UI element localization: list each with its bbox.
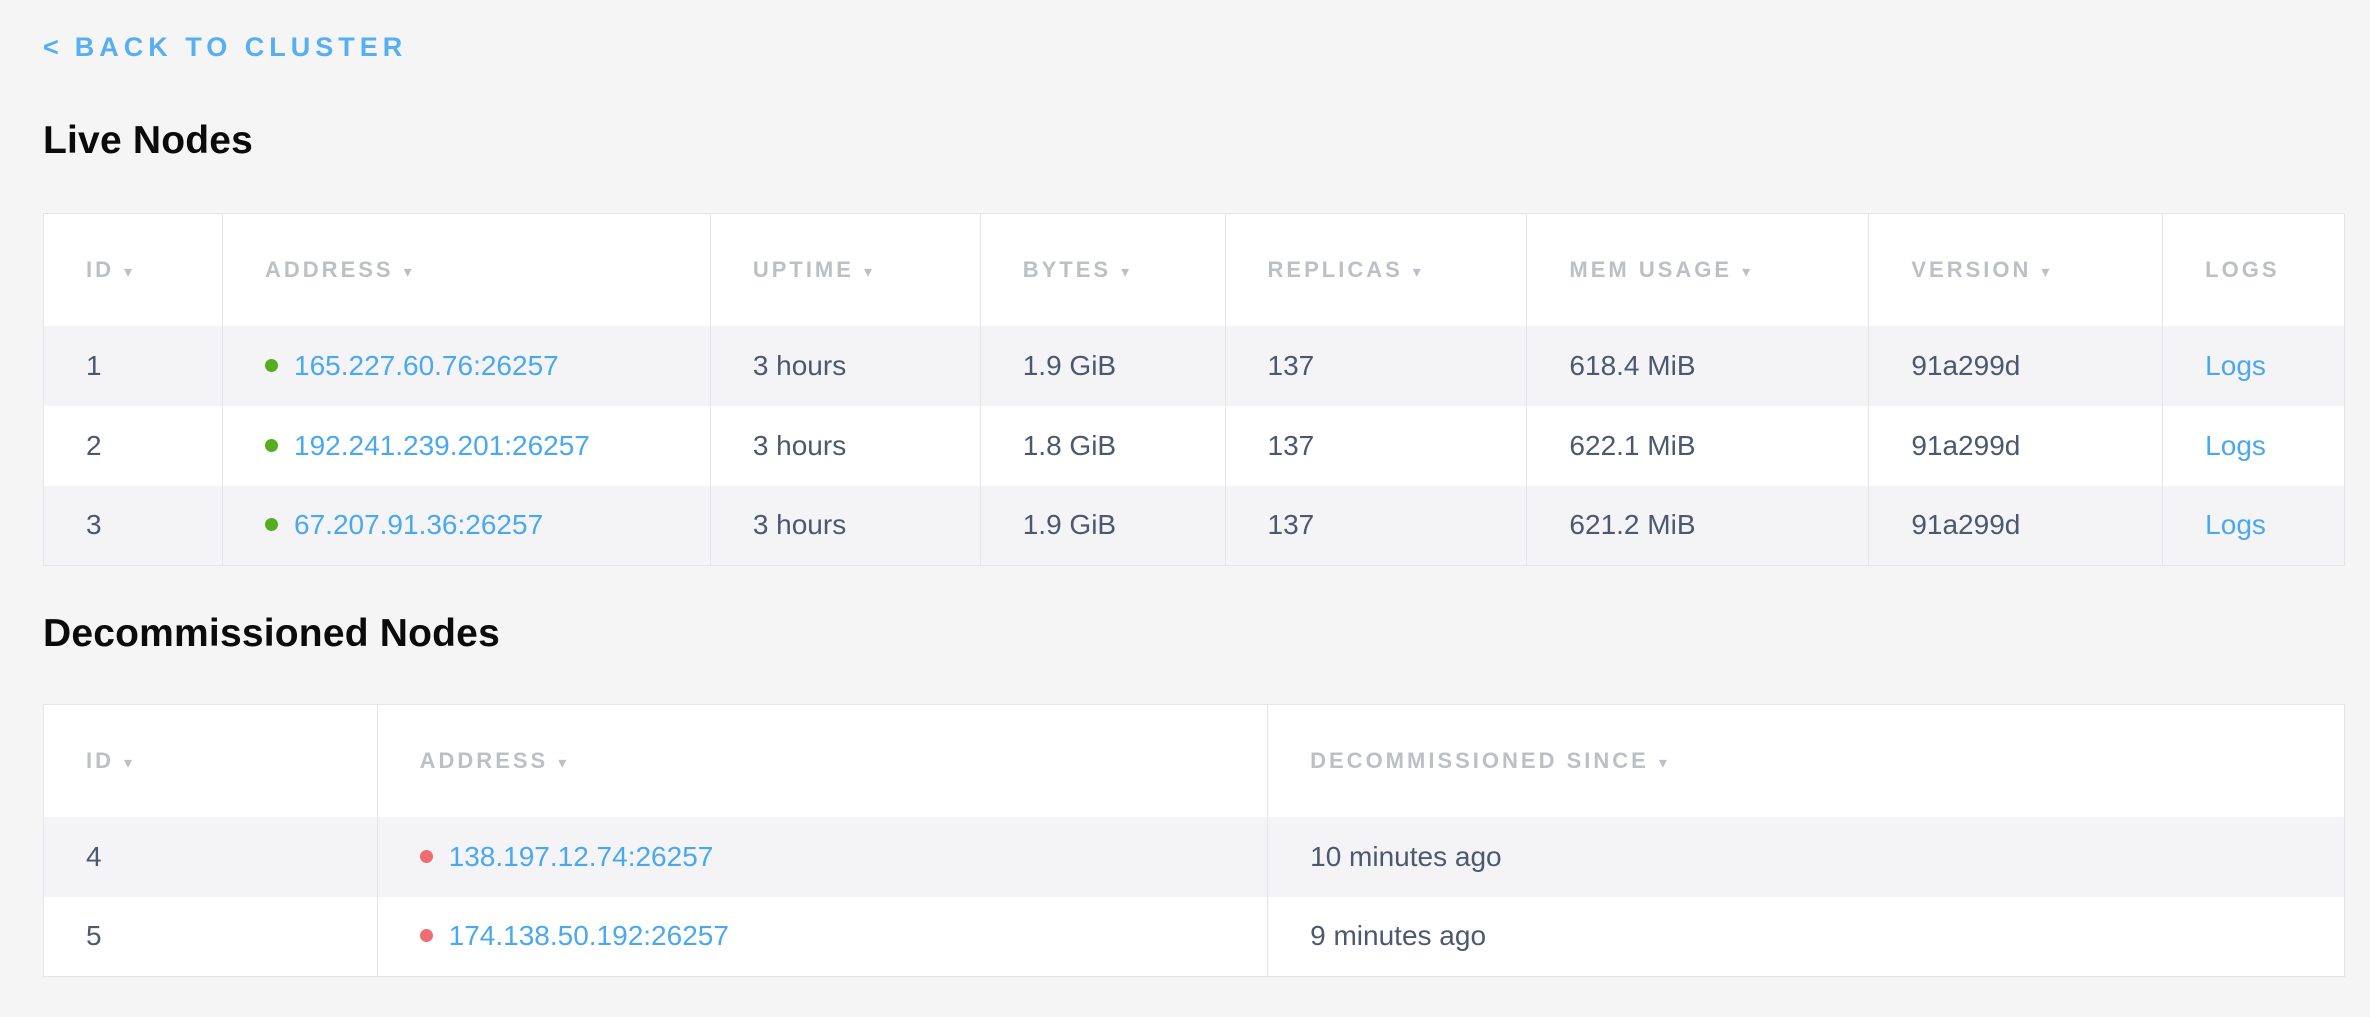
live-nodes-table: ID▾ ADDRESS▾ UPTIME▾ BYTES▾ REPLICAS▾ ME… [43,213,2345,566]
node-logs-link[interactable]: Logs [2205,430,2266,461]
nodes-page: < BACK TO CLUSTER Live Nodes ID▾ ADDRESS… [0,0,2370,1017]
decommissioned-nodes-table: ID▾ ADDRESS▾ DECOMMISSIONED SINCE▾ 4 138… [43,704,2345,977]
node-address-cell: 67.207.91.36:26257 [223,486,711,566]
node-address-link[interactable]: 138.197.12.74:26257 [449,841,714,872]
node-status-dot [420,850,433,863]
node-bytes-cell: 1.8 GiB [980,406,1225,486]
node-id-cell: 5 [44,897,378,977]
live-nodes-title: Live Nodes [43,119,2345,163]
node-id-cell: 3 [44,486,223,566]
node-address-cell: 165.227.60.76:26257 [223,326,711,406]
column-header-address[interactable]: ADDRESS▾ [377,705,1267,817]
node-id-cell: 1 [44,326,223,406]
node-logs-link[interactable]: Logs [2205,350,2266,381]
node-address-link[interactable]: 67.207.91.36:26257 [294,509,543,540]
sort-arrow-icon: ▾ [1742,264,1750,281]
node-logs-link[interactable]: Logs [2205,509,2266,540]
node-address-link[interactable]: 174.138.50.192:26257 [449,920,729,951]
table-row: 4 138.197.12.74:26257 10 minutes ago [44,817,2345,897]
node-replicas-cell: 137 [1225,406,1527,486]
table-row: 2 192.241.239.201:26257 3 hours 1.8 GiB … [44,406,2345,486]
node-replicas-cell: 137 [1225,486,1527,566]
node-mem-usage-cell: 618.4 MiB [1527,326,1869,406]
node-uptime-cell: 3 hours [710,486,980,566]
back-link-label: BACK TO CLUSTER [75,32,408,63]
node-address-cell: 174.138.50.192:26257 [377,897,1267,977]
column-header-bytes[interactable]: BYTES▾ [980,214,1225,326]
table-row: 1 165.227.60.76:26257 3 hours 1.9 GiB 13… [44,326,2345,406]
back-to-cluster-link[interactable]: < BACK TO CLUSTER [43,32,407,63]
sort-arrow-icon: ▾ [2041,264,2049,281]
column-header-replicas[interactable]: REPLICAS▾ [1225,214,1527,326]
live-nodes-header-row: ID▾ ADDRESS▾ UPTIME▾ BYTES▾ REPLICAS▾ ME… [44,214,2345,326]
node-address-link[interactable]: 192.241.239.201:26257 [294,430,590,461]
node-address-cell: 138.197.12.74:26257 [377,817,1267,897]
node-bytes-cell: 1.9 GiB [980,326,1225,406]
sort-arrow-icon: ▾ [1413,264,1421,281]
node-address-link[interactable]: 165.227.60.76:26257 [294,350,559,381]
node-id-cell: 4 [44,817,378,897]
column-header-logs: LOGS [2163,214,2345,326]
node-logs-cell: Logs [2163,486,2345,566]
node-mem-usage-cell: 621.2 MiB [1527,486,1869,566]
node-version-cell: 91a299d [1869,486,2163,566]
decommissioned-since-cell: 10 minutes ago [1268,817,2345,897]
node-id-cell: 2 [44,406,223,486]
column-header-address[interactable]: ADDRESS▾ [223,214,711,326]
column-header-version[interactable]: VERSION▾ [1869,214,2163,326]
sort-arrow-icon: ▾ [124,264,132,281]
node-uptime-cell: 3 hours [710,406,980,486]
node-version-cell: 91a299d [1869,326,2163,406]
column-header-id[interactable]: ID▾ [44,214,223,326]
node-status-dot [265,518,278,531]
sort-arrow-icon: ▾ [1121,264,1129,281]
table-row: 3 67.207.91.36:26257 3 hours 1.9 GiB 137… [44,486,2345,566]
sort-arrow-icon: ▾ [558,755,566,772]
chevron-left-icon: < [43,32,59,63]
sort-arrow-icon: ▾ [124,755,132,772]
column-header-decommissioned-since[interactable]: DECOMMISSIONED SINCE▾ [1268,705,2345,817]
sort-arrow-icon: ▾ [864,264,872,281]
node-bytes-cell: 1.9 GiB [980,486,1225,566]
node-logs-cell: Logs [2163,326,2345,406]
node-replicas-cell: 137 [1225,326,1527,406]
decommissioned-nodes-header-row: ID▾ ADDRESS▾ DECOMMISSIONED SINCE▾ [44,705,2345,817]
column-header-mem-usage[interactable]: MEM USAGE▾ [1527,214,1869,326]
node-uptime-cell: 3 hours [710,326,980,406]
column-header-id[interactable]: ID▾ [44,705,378,817]
table-row: 5 174.138.50.192:26257 9 minutes ago [44,897,2345,977]
node-mem-usage-cell: 622.1 MiB [1527,406,1869,486]
node-status-dot [265,359,278,372]
column-header-uptime[interactable]: UPTIME▾ [710,214,980,326]
node-version-cell: 91a299d [1869,406,2163,486]
sort-arrow-icon: ▾ [404,264,412,281]
node-address-cell: 192.241.239.201:26257 [223,406,711,486]
decommissioned-since-cell: 9 minutes ago [1268,897,2345,977]
node-status-dot [265,439,278,452]
decommissioned-nodes-title: Decommissioned Nodes [43,612,2345,656]
node-logs-cell: Logs [2163,406,2345,486]
sort-arrow-icon: ▾ [1659,755,1667,772]
node-status-dot [420,929,433,942]
